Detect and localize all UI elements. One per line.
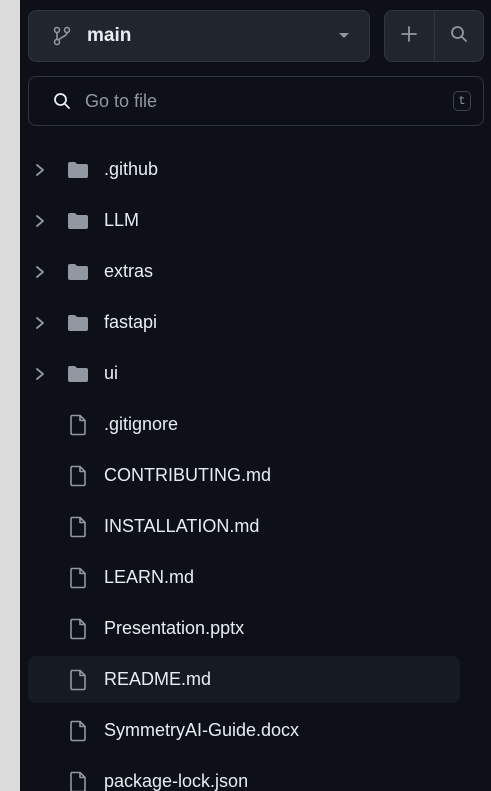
folder-name: LLM — [104, 210, 140, 230]
folder-name: extras — [104, 261, 154, 281]
file-icon — [66, 413, 90, 437]
file-name: README.md — [104, 669, 212, 689]
git-branch-icon — [51, 25, 73, 47]
chevron-right-icon[interactable] — [32, 264, 48, 280]
branch-name: main — [87, 25, 132, 46]
folder-icon — [66, 362, 90, 386]
go-to-file-search[interactable]: t — [28, 76, 484, 126]
file-item[interactable]: LEARN.md — [20, 552, 491, 603]
folder-icon — [66, 311, 90, 335]
search-icon — [450, 25, 468, 48]
branch-selector-button[interactable]: main — [28, 10, 370, 62]
file-item[interactable]: INSTALLATION.md — [20, 501, 491, 552]
file-name: INSTALLATION.md — [104, 516, 260, 536]
file-icon — [66, 770, 90, 791]
folder-item[interactable]: fastapi — [20, 297, 491, 348]
folder-icon — [66, 158, 90, 182]
file-icon — [66, 566, 90, 590]
go-to-file-input[interactable] — [83, 89, 417, 113]
file-tree: .github LLM extras fastapi ui .gitignore… — [20, 144, 491, 791]
file-item[interactable]: Presentation.pptx — [20, 603, 491, 654]
folder-item[interactable]: extras — [20, 246, 491, 297]
file-name: .gitignore — [104, 414, 179, 434]
keyboard-shortcut-hint: t — [453, 91, 471, 111]
file-name: package-lock.json — [104, 771, 249, 791]
file-item[interactable]: SymmetryAI-Guide.docx — [20, 705, 491, 756]
folder-item[interactable]: ui — [20, 348, 491, 399]
folder-item[interactable]: LLM — [20, 195, 491, 246]
file-tree-panel: main Go to file t .github LLM extras fas… — [20, 0, 491, 791]
file-name: CONTRIBUTING.md — [104, 465, 272, 485]
file-icon — [66, 617, 90, 641]
file-item[interactable]: package-lock.json — [20, 756, 491, 791]
file-item[interactable]: CONTRIBUTING.md — [20, 450, 491, 501]
search-code-button[interactable] — [433, 11, 484, 61]
file-icon — [66, 719, 90, 743]
add-file-button[interactable] — [385, 11, 434, 61]
file-icon — [66, 668, 90, 692]
folder-item[interactable]: .github — [20, 144, 491, 195]
file-actions-group — [384, 10, 484, 62]
file-item[interactable]: .gitignore — [20, 399, 491, 450]
plus-icon — [400, 25, 418, 48]
folder-name: fastapi — [104, 312, 158, 332]
file-icon — [66, 464, 90, 488]
chevron-right-icon[interactable] — [32, 315, 48, 331]
folder-icon — [66, 260, 90, 284]
file-tree-toolbar: main — [28, 10, 484, 62]
chevron-right-icon[interactable] — [32, 366, 48, 382]
file-name: SymmetryAI-Guide.docx — [104, 720, 300, 740]
file-icon — [66, 515, 90, 539]
search-icon — [51, 90, 73, 112]
chevron-right-icon[interactable] — [32, 162, 48, 178]
file-item-selected[interactable]: README.md — [20, 654, 491, 705]
chevron-right-icon[interactable] — [32, 213, 48, 229]
folder-icon — [66, 209, 90, 233]
folder-name: ui — [104, 363, 119, 383]
folder-name: .github — [104, 159, 159, 179]
chevron-down-icon — [339, 33, 349, 38]
file-name: LEARN.md — [104, 567, 195, 587]
file-name: Presentation.pptx — [104, 618, 245, 638]
